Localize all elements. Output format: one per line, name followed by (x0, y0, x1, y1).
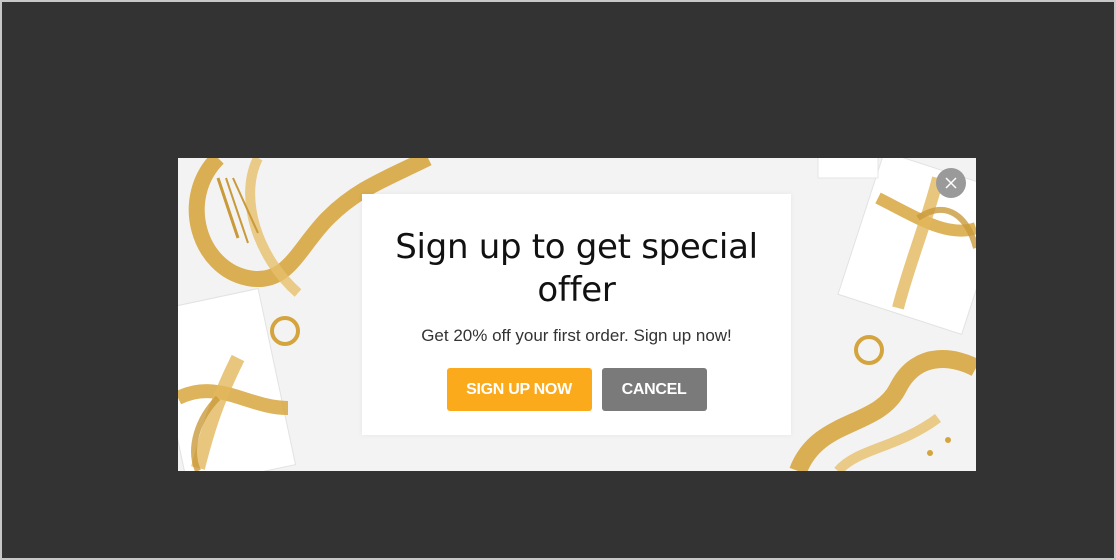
close-icon (945, 177, 957, 189)
signup-popup: Sign up to get special offer Get 20% off… (178, 158, 976, 471)
popup-title: Sign up to get special offer (395, 227, 758, 310)
cancel-button[interactable]: CANCEL (601, 368, 707, 411)
signup-card: Sign up to get special offer Get 20% off… (362, 194, 791, 435)
button-group: SIGN UP NOW CANCEL (362, 368, 791, 411)
close-button[interactable] (936, 168, 966, 198)
sign-up-button[interactable]: SIGN UP NOW (446, 368, 592, 411)
popup-subtitle: Get 20% off your first order. Sign up no… (421, 326, 732, 345)
